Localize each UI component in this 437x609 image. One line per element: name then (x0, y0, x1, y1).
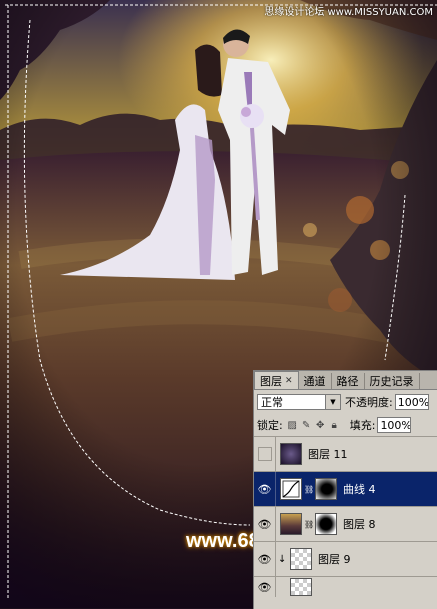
eye-icon: 👁︎ (257, 580, 272, 594)
layer-name: 曲线 4 (343, 483, 376, 496)
layer-row-11[interactable]: 图层 11 (254, 436, 437, 471)
blend-opacity-row: 正常 ▼ 不透明度: 100% (254, 390, 437, 414)
blend-mode-select[interactable]: 正常 ▼ (257, 394, 341, 410)
link-icon[interactable]: ⛓︎ (304, 485, 314, 494)
lock-brush-icon[interactable]: ✎ (301, 420, 312, 431)
layer-row-partial[interactable]: 👁︎ (254, 576, 437, 597)
lock-icons: ▨ ✎ ✥ 🔒︎ (287, 420, 340, 431)
tab-label: 历史记录 (369, 375, 414, 388)
watermark-top: 思缘设计论坛 www.MISSYUAN.COM (264, 7, 433, 18)
layer-thumbnail (290, 548, 312, 570)
layer-thumbnail (290, 578, 312, 596)
layers-panel: 图层 ✕ 通道 路径 历史记录 正常 ▼ 不透明度: 100% 锁定: ▨ ✎ … (253, 370, 437, 609)
fill-value: 100% (380, 418, 412, 432)
layer-mask-thumbnail[interactable] (315, 513, 337, 535)
layer-name: 图层 9 (318, 553, 351, 566)
panel-tab-bar: 图层 ✕ 通道 路径 历史记录 (254, 371, 437, 390)
lock-transparency-icon[interactable]: ▨ (287, 420, 298, 431)
opacity-value: 100% (397, 395, 429, 409)
opacity-field[interactable]: 100% (394, 394, 429, 410)
tab-label: 图层 (260, 374, 282, 388)
chevron-down-icon: ▼ (325, 395, 340, 409)
visibility-off-box (257, 447, 272, 461)
layer-name: 图层 11 (308, 448, 348, 461)
eye-icon: 👁︎ (257, 517, 272, 531)
tab-history[interactable]: 历史记录 (365, 373, 420, 389)
blend-mode-value: 正常 (261, 396, 283, 409)
visibility-toggle[interactable] (254, 437, 276, 471)
tab-label: 通道 (303, 375, 326, 388)
layer-row-8[interactable]: 👁︎ ⛓︎ 图层 8 (254, 506, 437, 541)
tab-channels[interactable]: 通道 (299, 373, 332, 389)
layer-mask-thumbnail[interactable] (315, 478, 337, 500)
lock-label: 锁定: (257, 419, 283, 432)
layer-row-curves[interactable]: 👁︎ ⛓︎ 曲线 4 (254, 471, 437, 506)
clipping-arrow-icon: ↓ (278, 553, 287, 565)
link-icon[interactable]: ⛓︎ (304, 520, 314, 529)
visibility-toggle[interactable]: 👁︎ (254, 472, 276, 506)
fill-field[interactable]: 100% (377, 417, 412, 433)
visibility-toggle[interactable]: 👁︎ (254, 507, 276, 541)
lock-fill-row: 锁定: ▨ ✎ ✥ 🔒︎ 填充: 100% (254, 414, 437, 436)
lock-move-icon[interactable]: ✥ (315, 420, 326, 431)
eye-icon: 👁︎ (257, 482, 272, 496)
tab-label: 路径 (336, 375, 359, 388)
visibility-toggle[interactable]: 👁︎ (254, 542, 276, 576)
lock-all-icon[interactable]: 🔒︎ (329, 420, 340, 431)
layer-thumbnail (280, 513, 302, 535)
eye-icon: 👁︎ (257, 552, 272, 566)
layer-thumbnail (280, 443, 302, 465)
fill-label: 填充: (349, 419, 376, 432)
close-icon[interactable]: ✕ (285, 376, 293, 386)
layer-row-9[interactable]: 👁︎ ↓ 图层 9 (254, 541, 437, 576)
tab-layers[interactable]: 图层 ✕ (254, 371, 299, 389)
tab-paths[interactable]: 路径 (332, 373, 365, 389)
visibility-toggle[interactable]: 👁︎ (254, 577, 276, 597)
curves-adjustment-icon (280, 478, 302, 500)
layer-name: 图层 8 (343, 518, 376, 531)
opacity-label: 不透明度: (345, 396, 393, 409)
